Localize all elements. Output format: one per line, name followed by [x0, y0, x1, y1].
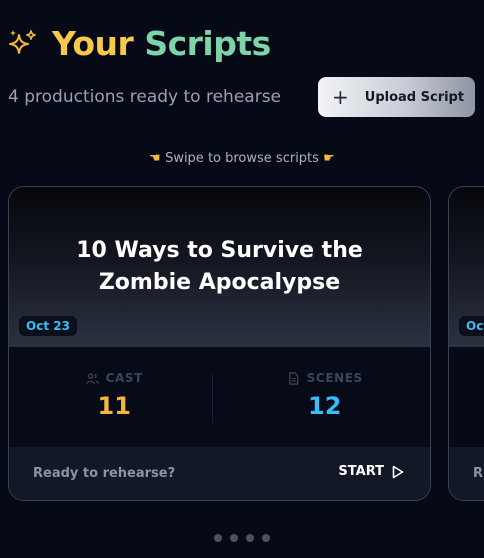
pagination-dot[interactable] — [214, 534, 222, 542]
script-title: 10 Ways to Survive the Zombie Apocalypse — [76, 238, 363, 295]
next-script-card-footer: R — [449, 447, 484, 500]
ready-to-rehearse-text: Ready to rehearse? — [33, 466, 176, 481]
swipe-hint: ☛ Swipe to browse scripts ☛ — [0, 151, 484, 166]
page-header: Your Scripts — [8, 24, 271, 64]
page-title-word-your: Your — [52, 24, 134, 63]
start-label: START — [338, 464, 384, 479]
pointing-hand-right-icon: ☛ — [323, 151, 335, 166]
scenes-stat: SCENES 12 — [220, 347, 431, 447]
script-card-footer: Ready to rehearse? START — [9, 447, 430, 500]
stats-divider — [212, 373, 213, 423]
document-icon — [288, 371, 299, 385]
swipe-hint-text: Swipe to browse scripts — [165, 151, 319, 166]
next-date-badge: Oct — [459, 316, 484, 336]
script-stats: CAST 11 SCENES 12 — [9, 347, 430, 447]
pagination-dot[interactable] — [246, 534, 254, 542]
upload-script-button[interactable]: + Upload Script — [318, 77, 475, 117]
pagination-dot[interactable] — [262, 534, 270, 542]
pagination-dot[interactable] — [230, 534, 238, 542]
next-ready-text: R — [473, 466, 484, 481]
page-title: Your Scripts — [52, 24, 271, 64]
cast-label: CAST — [105, 371, 143, 385]
pointing-hand-left-icon: ☛ — [149, 151, 161, 166]
script-card-cover: 10 Ways to Survive the Zombie Apocalypse… — [9, 187, 430, 347]
users-icon — [85, 372, 99, 384]
productions-count: 4 productions ready to rehearse — [8, 87, 282, 107]
scripts-page: Your Scripts 4 productions ready to rehe… — [0, 0, 484, 558]
script-card[interactable]: 10 Ways to Survive the Zombie Apocalypse… — [8, 186, 431, 501]
upload-script-label: Upload Script — [364, 89, 465, 105]
scenes-count: 12 — [308, 392, 342, 420]
cast-stat: CAST 11 — [9, 347, 220, 447]
next-script-card[interactable]: Oct R — [448, 186, 484, 501]
start-button[interactable]: START — [338, 464, 404, 479]
date-badge: Oct 23 — [19, 316, 77, 336]
scenes-label: SCENES — [306, 371, 363, 385]
play-icon — [392, 465, 404, 478]
cast-count: 11 — [97, 392, 131, 420]
page-title-word-scripts: Scripts — [144, 24, 271, 63]
sparkles-icon — [9, 30, 36, 54]
plus-icon: + — [332, 85, 349, 109]
carousel-pagination — [0, 534, 484, 542]
